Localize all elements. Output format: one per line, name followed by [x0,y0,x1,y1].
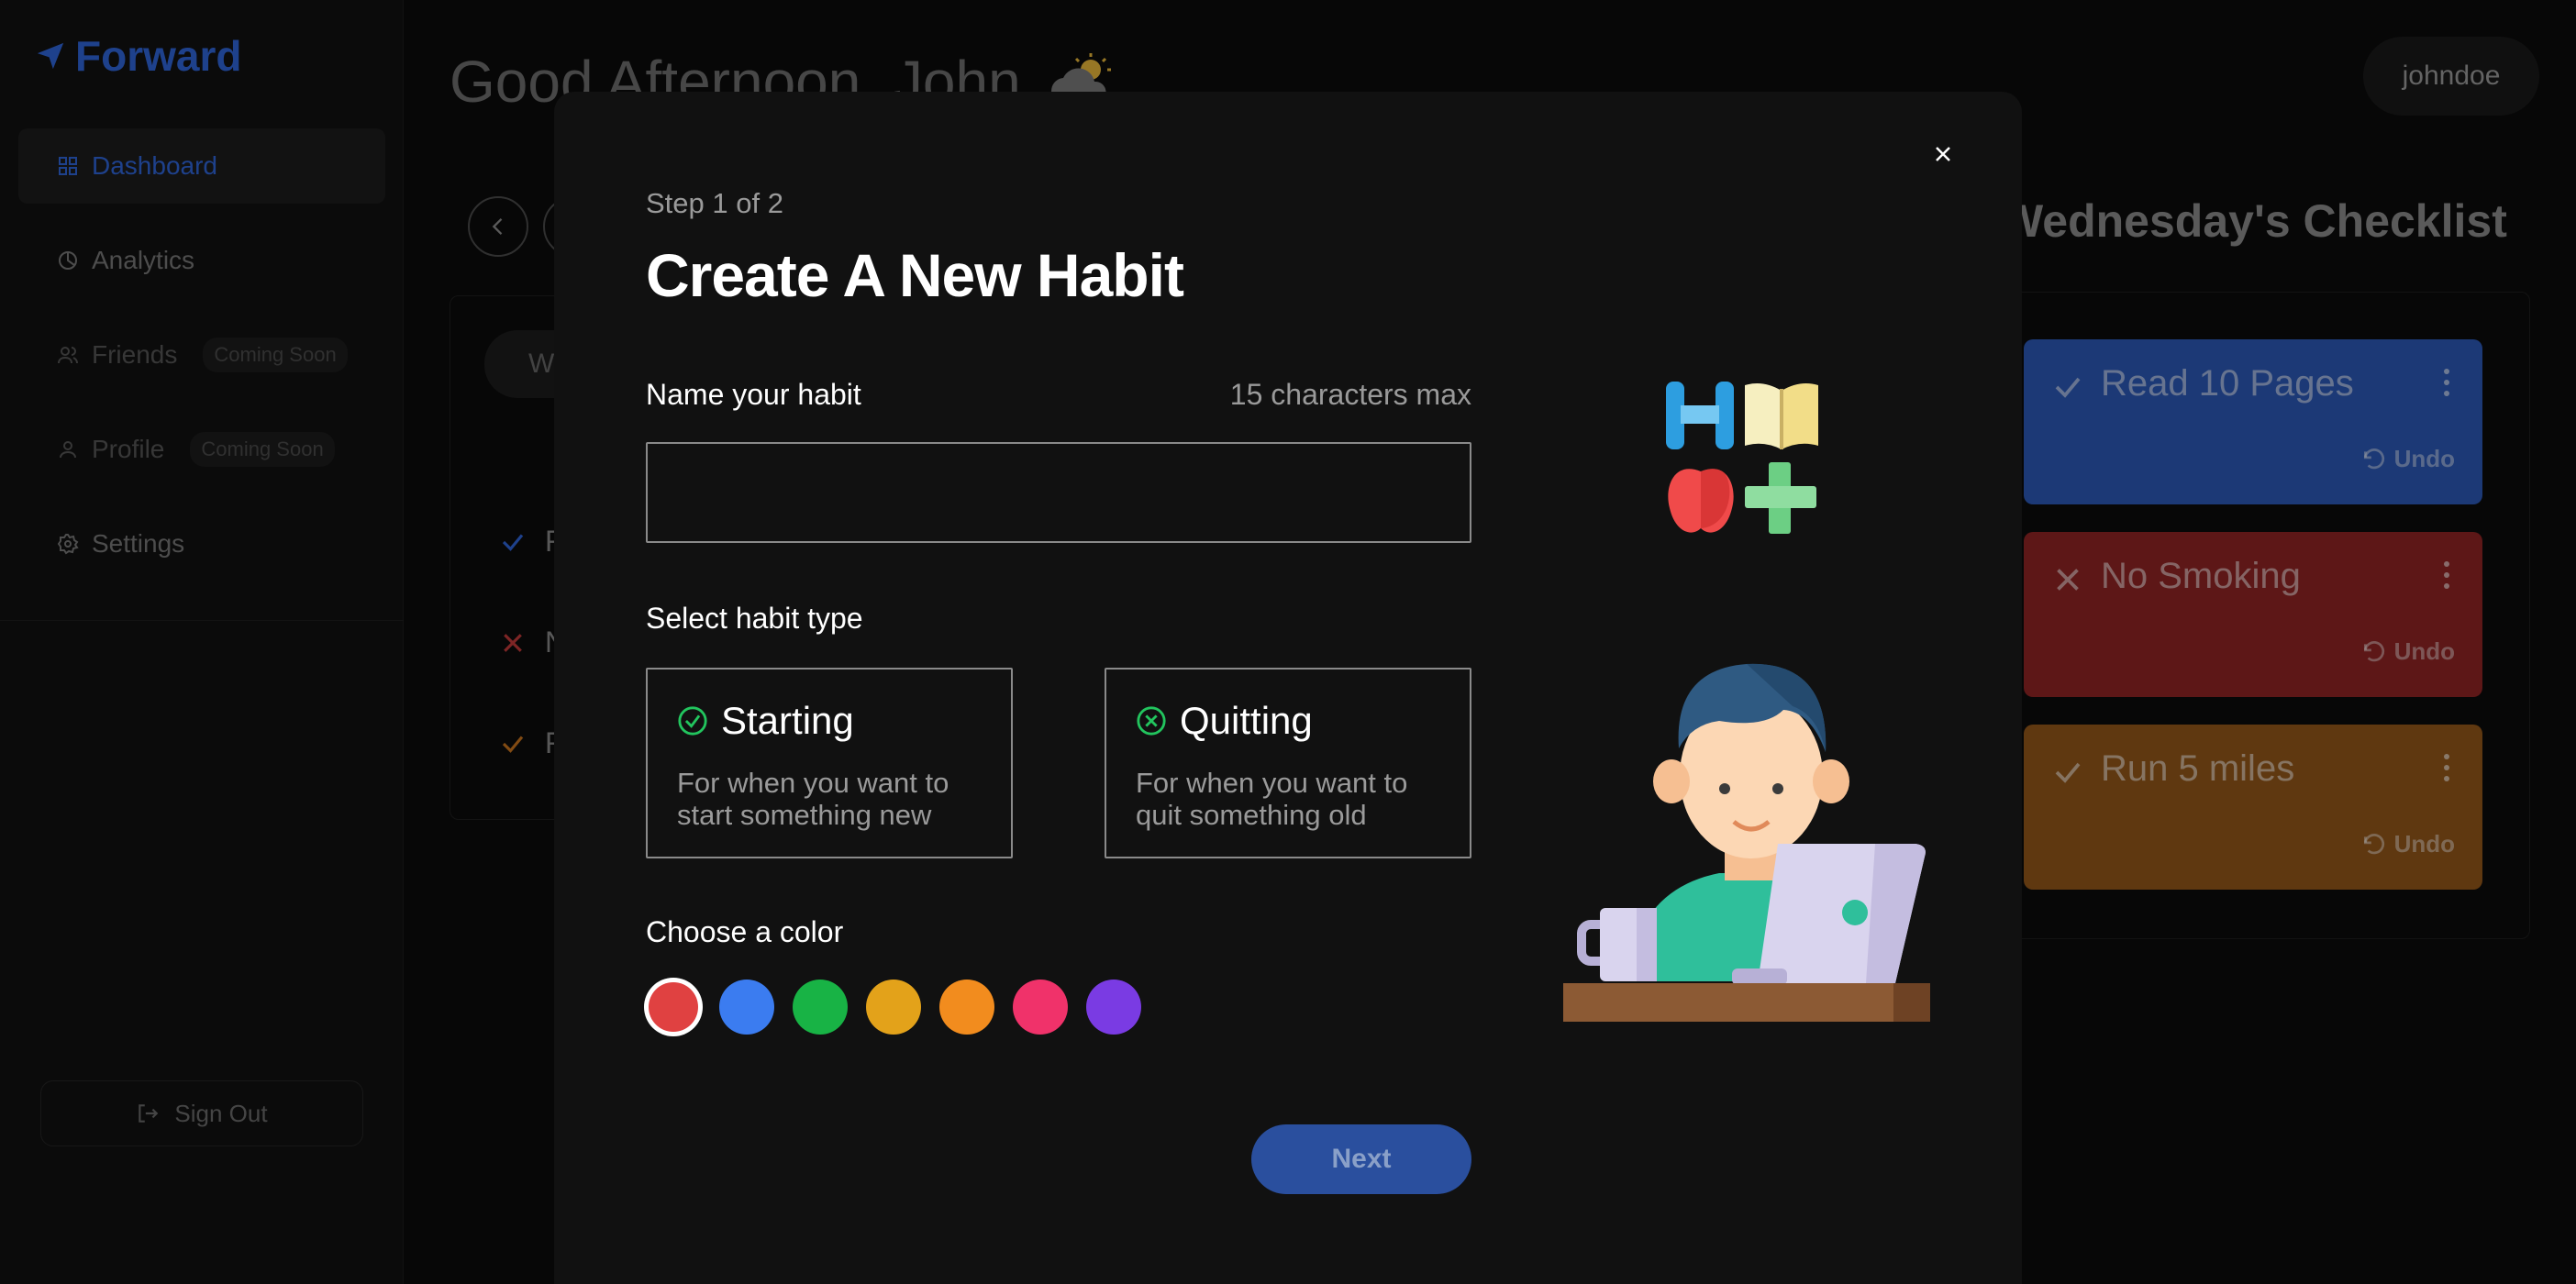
habit-type-header: Quitting [1136,699,1313,743]
color-swatch-orange[interactable] [939,980,994,1035]
check-circle-icon [678,706,707,736]
habit-type-description: For when you want to start something new [677,767,949,831]
character-limit-hint: 15 characters max [1229,378,1471,411]
close-button[interactable] [1928,139,1958,169]
habit-type-title: Starting [721,699,854,742]
habit-type-starting[interactable]: Starting For when you want to start some… [646,668,1013,858]
color-swatch-green[interactable] [793,980,848,1035]
step-indicator: Step 1 of 2 [646,187,783,219]
habit-name-input[interactable] [646,442,1471,543]
person-laptop-illustration [1563,663,1930,1022]
close-icon [1936,147,1950,161]
color-swatch-purple[interactable] [1086,980,1141,1035]
create-habit-modal: Step 1 of 2 Create A New Habit Name your… [554,92,2022,1284]
modal-title: Create A New Habit [646,241,1184,309]
habit-icons-illustration [1666,382,1818,534]
color-swatch-red[interactable] [649,982,698,1032]
habit-type-quitting[interactable]: Quitting For when you want to quit somet… [1105,668,1471,858]
color-swatch-pink[interactable] [1013,980,1068,1035]
habit-type-title: Quitting [1180,699,1313,742]
habit-type-description: For when you want to quit something old [1136,767,1408,831]
color-swatch-yellow[interactable] [866,980,921,1035]
habit-type-header: Starting [677,699,854,743]
color-picker [646,980,1141,1035]
habit-type-label: Select habit type [646,602,863,635]
next-button[interactable]: Next [1251,1124,1471,1194]
x-circle-icon [1137,706,1166,736]
color-swatch-blue[interactable] [719,980,774,1035]
habit-name-label: Name your habit [646,378,861,411]
color-label: Choose a color [646,915,844,948]
